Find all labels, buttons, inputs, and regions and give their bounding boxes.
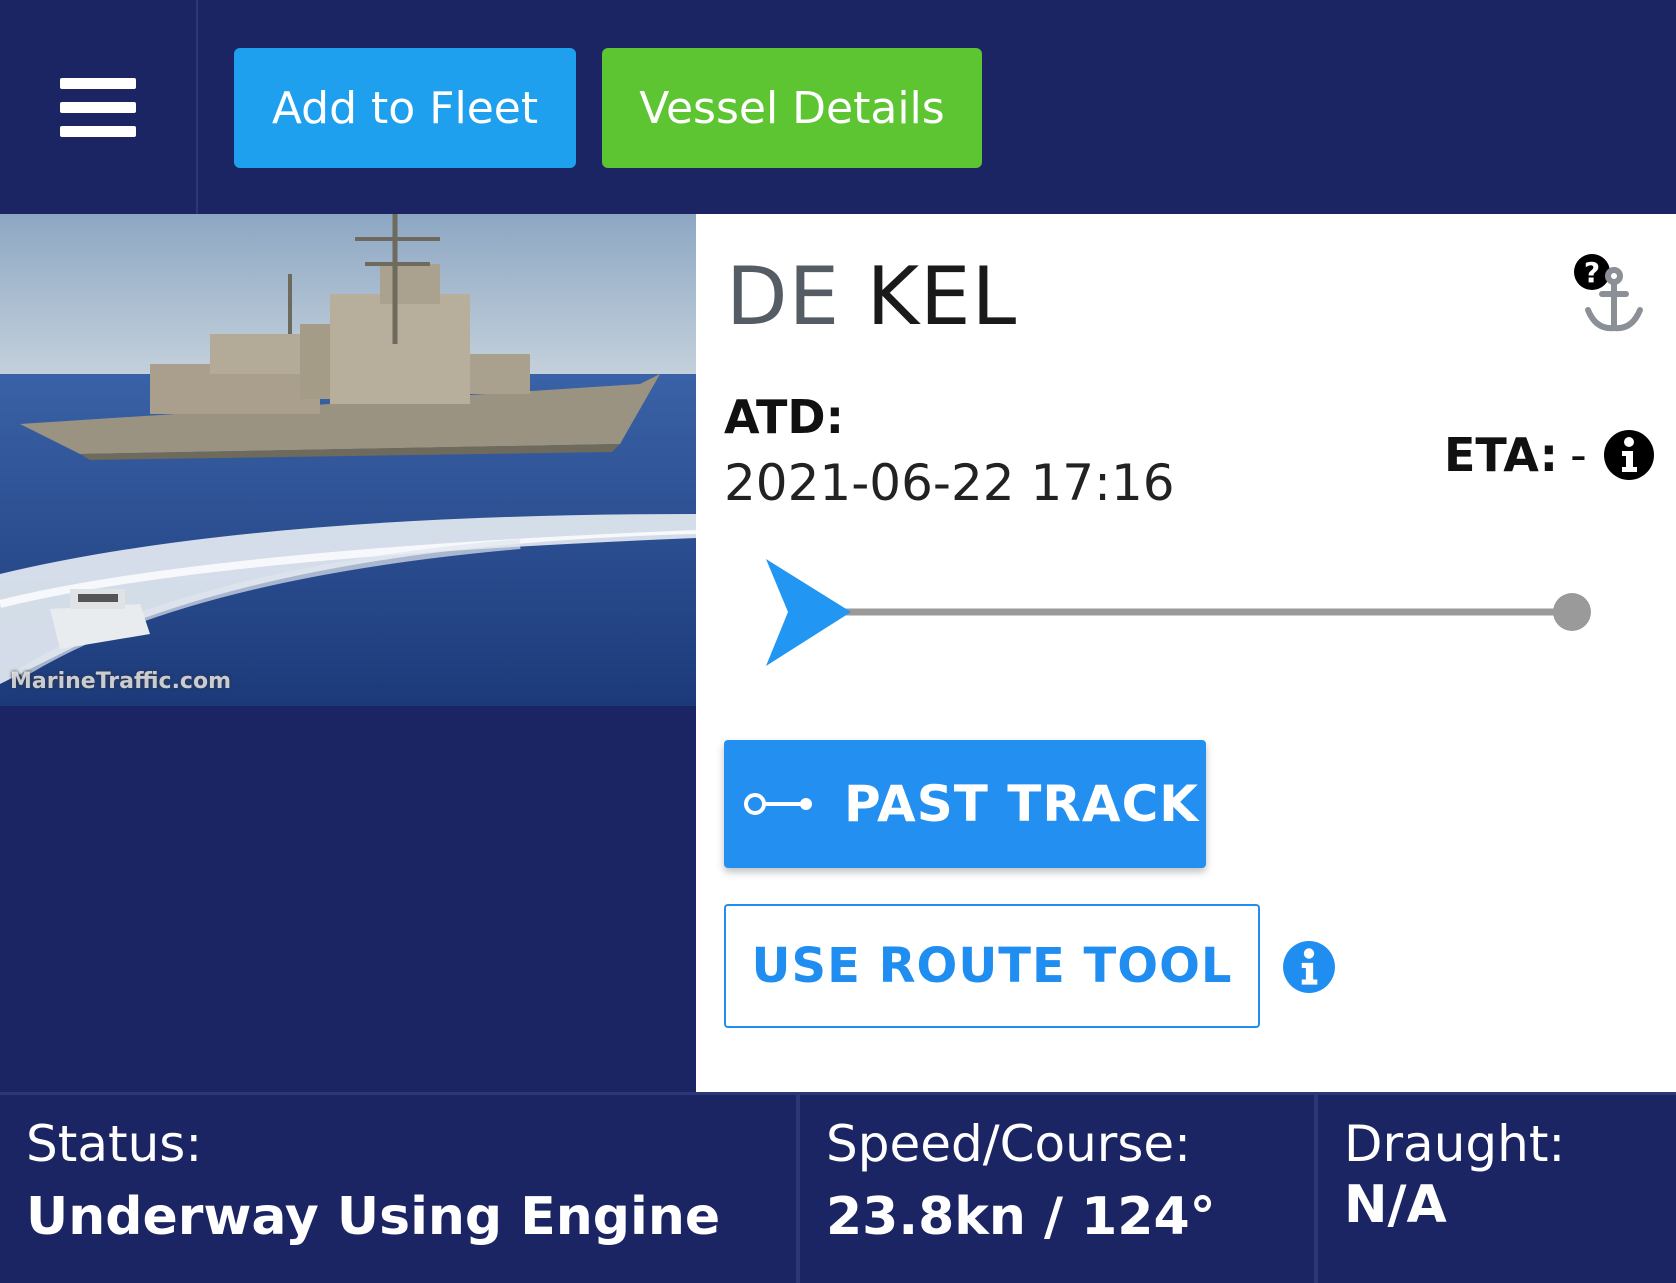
track-icon xyxy=(744,793,812,815)
past-track-label: PAST TRACK xyxy=(844,775,1200,833)
speed-course-label: Speed/Course: xyxy=(826,1115,1191,1173)
draught-stat: Draught: N/A xyxy=(1318,1095,1676,1283)
hamburger-menu-icon[interactable] xyxy=(0,0,198,214)
eta-info-icon[interactable] xyxy=(1603,429,1655,481)
vessel-stats-bar: Status: Underway Using Engine Speed/Cour… xyxy=(0,1092,1676,1283)
vessel-info-panel: DE KEL ? ATD: 2021-06-22 17:16 ETA: - PA… xyxy=(696,214,1676,1092)
eta-label: ETA: xyxy=(1444,428,1559,482)
route-tool-info-icon[interactable] xyxy=(1282,940,1336,994)
vessel-photo[interactable]: MarineTraffic.com xyxy=(0,214,696,706)
draught-value: N/A xyxy=(1344,1175,1447,1235)
speed-course-value: 23.8kn / 124° xyxy=(826,1187,1216,1247)
speed-course-stat: Speed/Course: 23.8kn / 124° xyxy=(800,1095,1318,1283)
past-track-button[interactable]: PAST TRACK xyxy=(724,740,1206,868)
use-route-tool-label: USE ROUTE TOOL xyxy=(751,938,1233,994)
destination-dot xyxy=(1553,593,1591,631)
svg-text:?: ? xyxy=(1584,256,1600,289)
vessel-details-button[interactable]: Vessel Details xyxy=(602,48,982,168)
vessel-title: DE KEL xyxy=(726,250,1017,343)
eta-value: - xyxy=(1570,428,1587,482)
use-route-tool-button[interactable]: USE ROUTE TOOL xyxy=(724,904,1260,1028)
vessel-flag-code: DE xyxy=(726,250,841,343)
vessel-photo-image xyxy=(0,214,696,706)
atd-label: ATD: xyxy=(724,390,844,444)
anchor-question-icon[interactable]: ? xyxy=(1566,246,1646,336)
voyage-progress-track xyxy=(766,559,1591,666)
status-stat: Status: Underway Using Engine xyxy=(0,1095,800,1283)
photo-credit: MarineTraffic.com xyxy=(10,669,232,694)
status-label: Status: xyxy=(26,1115,203,1173)
vessel-position-arrow xyxy=(766,559,851,666)
vessel-name: KEL xyxy=(866,250,1018,343)
atd-value: 2021-06-22 17:16 xyxy=(724,454,1175,512)
top-bar: Add to Fleet Vessel Details xyxy=(0,0,1676,214)
eta-block: ETA: - xyxy=(1444,428,1655,482)
add-to-fleet-button[interactable]: Add to Fleet xyxy=(234,48,576,168)
draught-label: Draught: xyxy=(1344,1115,1566,1173)
status-value: Underway Using Engine xyxy=(26,1187,721,1247)
